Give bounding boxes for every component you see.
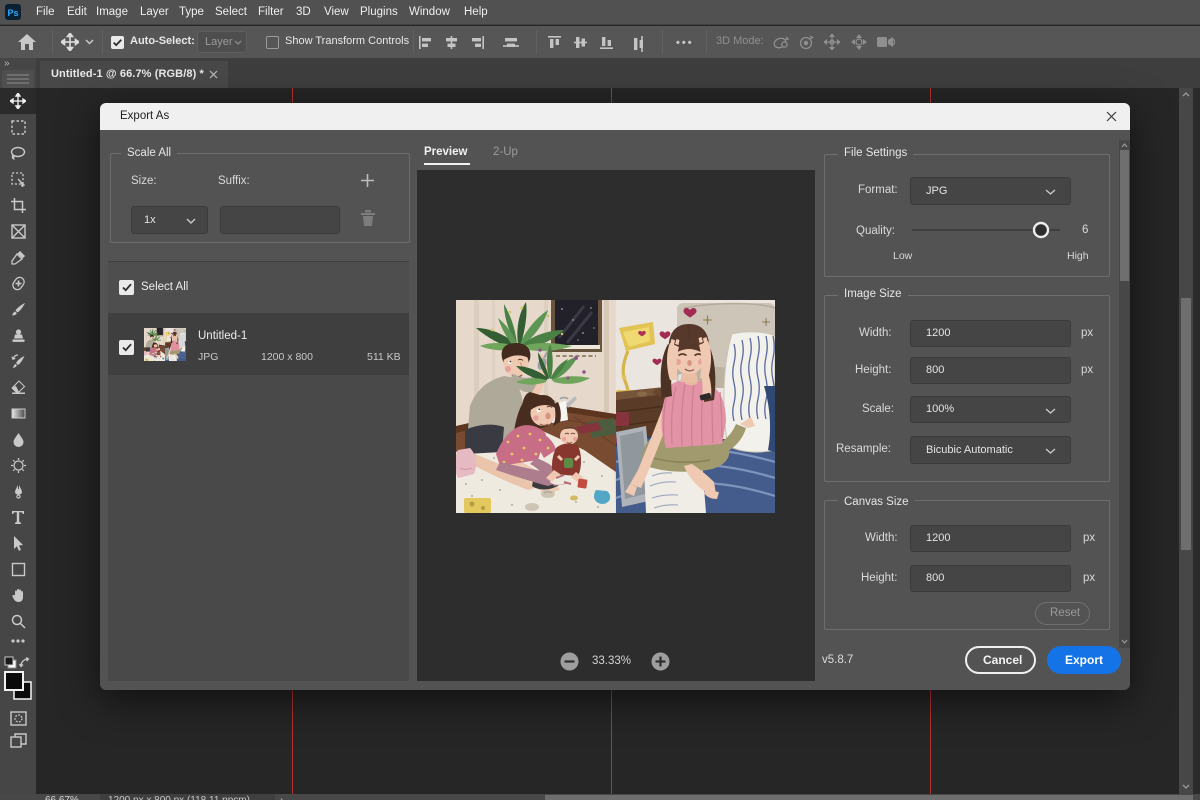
- svg-text:Ps: Ps: [7, 8, 18, 18]
